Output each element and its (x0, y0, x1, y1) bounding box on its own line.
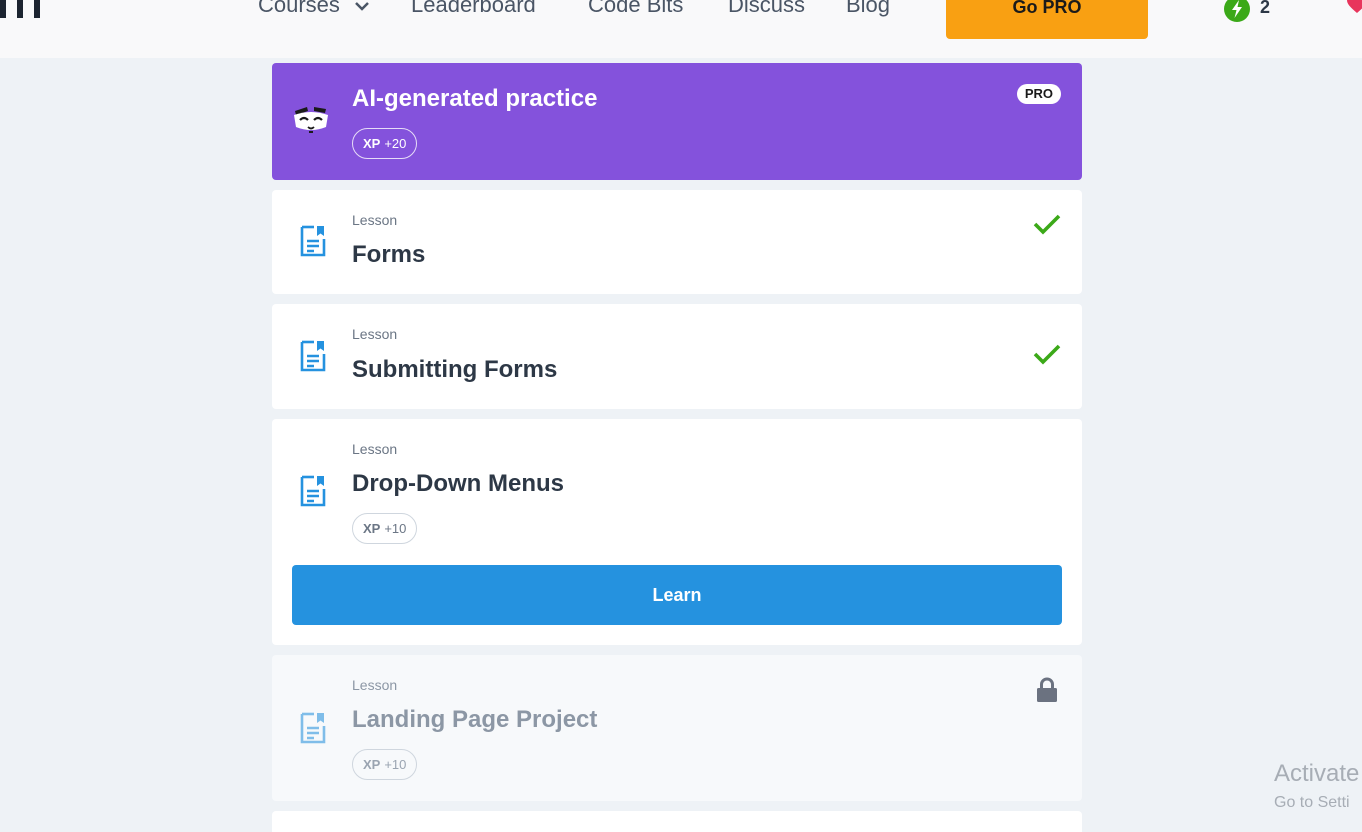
lesson-document-icon (300, 712, 326, 744)
heart-icon[interactable] (1346, 0, 1362, 14)
chevron-down-icon (355, 2, 369, 11)
mascot-face-icon (294, 107, 328, 133)
lesson-title: Drop-Down Menus (352, 470, 564, 497)
pro-badge: PRO (1016, 84, 1061, 104)
lock-icon (1037, 677, 1057, 702)
lesson-card-landing-page-project[interactable]: Lesson Landing Page Project XP +10 (272, 655, 1082, 801)
xp-badge: XP +20 (352, 128, 418, 159)
go-pro-label: Go PRO (1012, 0, 1082, 17)
lesson-title: Landing Page Project (352, 706, 598, 733)
lesson-title: Submitting Forms (352, 356, 558, 383)
lesson-card-submitting-forms[interactable]: Lesson Submitting Forms (272, 304, 1082, 409)
nav-link-label: Courses (258, 0, 340, 17)
next-lesson-card[interactable] (272, 811, 1082, 832)
lesson-card-drop-down-menus[interactable]: Lesson Drop-Down Menus XP +10 Learn (272, 419, 1082, 645)
top-navigation: Courses Leaderboard Code Bits Discuss Bl… (0, 0, 1362, 58)
ai-practice-card[interactable]: AI-generated practice XP +20 PRO (272, 63, 1082, 180)
nav-link-blog[interactable]: Blog (846, 0, 890, 18)
lesson-type-label: Lesson (352, 441, 398, 457)
go-pro-button[interactable]: Go PRO (946, 0, 1148, 39)
practice-title: AI-generated practice (352, 85, 598, 112)
activation-watermark: Activate Go to Setti (1274, 760, 1359, 817)
checkmark-icon (1033, 214, 1061, 235)
nav-link-leaderboard[interactable]: Leaderboard (411, 0, 536, 18)
lesson-type-label: Lesson (352, 212, 398, 228)
lesson-document-icon (300, 340, 326, 372)
checkmark-icon (1033, 344, 1061, 365)
lesson-title: Forms (352, 241, 426, 268)
lesson-document-icon (300, 225, 326, 257)
lesson-card-forms[interactable]: Lesson Forms (272, 190, 1082, 294)
nav-link-discuss[interactable]: Discuss (728, 0, 805, 18)
lesson-type-label: Lesson (352, 326, 398, 342)
watermark-line-1: Activate (1274, 760, 1360, 787)
nav-link-courses[interactable]: Courses (258, 0, 370, 18)
lesson-document-icon (300, 475, 326, 507)
xp-badge: XP +10 (352, 513, 418, 544)
watermark-line-2: Go to Setti (1274, 794, 1350, 811)
xp-badge: XP +10 (352, 749, 418, 780)
nav-link-code-bits[interactable]: Code Bits (588, 0, 683, 18)
learn-button[interactable]: Learn (292, 565, 1062, 625)
logo-icon[interactable] (0, 0, 50, 18)
lightning-icon[interactable] (1224, 0, 1250, 22)
streak-count: 2 (1260, 0, 1271, 17)
lesson-type-label: Lesson (352, 677, 398, 693)
